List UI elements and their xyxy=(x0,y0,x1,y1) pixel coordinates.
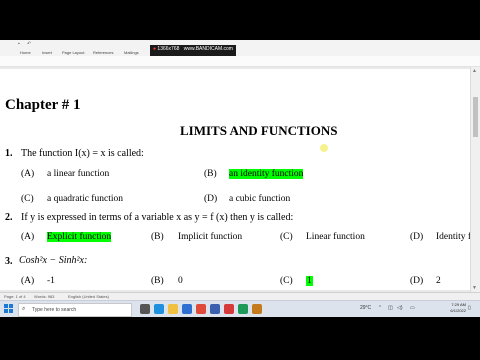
vertical-scrollbar[interactable]: ▲ ▼ xyxy=(470,67,480,292)
option-label: (C) xyxy=(280,232,293,242)
ribbon-toolbar xyxy=(0,56,480,67)
option-label: (D) xyxy=(410,276,424,286)
option-text: Implicit function xyxy=(178,232,243,242)
scrollbar-thumb[interactable] xyxy=(473,97,478,137)
tab-page-layout[interactable]: Page Layout xyxy=(62,50,84,55)
bandicam-icon[interactable] xyxy=(224,304,234,314)
notification-icon[interactable]: ▯ xyxy=(468,305,471,311)
clock[interactable]: 7:29 AM 6/1/2022 xyxy=(450,302,466,314)
word-icon[interactable] xyxy=(210,304,220,314)
option-label: (C) xyxy=(21,194,34,204)
app-icon[interactable] xyxy=(252,304,262,314)
option-label: (C) xyxy=(280,276,293,286)
option-text-highlighted: 1 xyxy=(306,276,313,286)
screen: ▪ ↶ Home Insert Page Layout References M… xyxy=(0,0,480,360)
option-text: -1 xyxy=(47,276,55,286)
option-label: (B) xyxy=(204,169,217,179)
chrome-icon[interactable] xyxy=(196,304,206,314)
search-placeholder: Type here to search xyxy=(32,307,77,313)
language[interactable]: English (United States) xyxy=(68,294,109,299)
option-text: a quadratic function xyxy=(47,194,123,204)
question-text: The function I(x) = x is called: xyxy=(21,148,144,159)
scroll-up-icon[interactable]: ▲ xyxy=(472,68,477,74)
store-icon[interactable] xyxy=(182,304,192,314)
ribbon: ▪ ↶ Home Insert Page Layout References M… xyxy=(0,40,480,57)
word-count[interactable]: Words: 983 xyxy=(34,294,54,299)
top-letterbox xyxy=(0,0,480,40)
option-text: 2 xyxy=(436,276,441,286)
weather-temperature[interactable]: 29°C xyxy=(360,305,371,311)
task-view-icon[interactable] xyxy=(140,304,150,314)
app-icon[interactable] xyxy=(238,304,248,314)
tab-insert[interactable]: Insert xyxy=(42,50,52,55)
option-label: (D) xyxy=(204,194,218,204)
document-title: LIMITS AND FUNCTIONS xyxy=(180,123,338,138)
tab-home[interactable]: Home xyxy=(20,50,31,55)
tray-chevron-icon[interactable]: ⌃ xyxy=(378,305,382,311)
clock-date: 6/1/2022 xyxy=(450,308,466,313)
undo-icon[interactable]: ↶ xyxy=(27,42,33,47)
search-icon: ⌕ xyxy=(22,306,26,312)
option-label: (A) xyxy=(21,276,35,286)
option-label: (B) xyxy=(151,276,164,286)
save-icon[interactable]: ▪ xyxy=(18,42,24,47)
question-text: If y is expressed in terms of a variable… xyxy=(21,212,294,223)
option-text-highlighted: an identity function xyxy=(229,169,304,179)
page-count[interactable]: Page: 1 of 4 xyxy=(4,294,26,299)
option-label: (A) xyxy=(21,169,35,179)
edge-icon[interactable] xyxy=(154,304,164,314)
option-label: (D) xyxy=(410,232,424,242)
option-text: a cubic function xyxy=(229,194,291,204)
volume-icon[interactable]: ◁) xyxy=(397,305,403,311)
chapter-heading: Chapter # 1 xyxy=(5,97,81,113)
bottom-letterbox xyxy=(0,317,480,360)
taskbar: ⌕ Type here to search 29°C ⌃ ◫ ◁) ▭ 7:29… xyxy=(0,300,480,317)
network-icon[interactable]: ◫ xyxy=(388,305,393,311)
mouse-cursor-highlight xyxy=(320,144,328,152)
battery-icon[interactable]: ▭ xyxy=(410,305,415,311)
option-text: a linear function xyxy=(47,169,110,179)
question-text: Cosh²x − Sinh²x: xyxy=(19,255,88,266)
question-number: 2. xyxy=(5,212,13,223)
record-dot-icon: ● xyxy=(153,46,157,52)
recording-resolution: 1366x768 xyxy=(157,46,180,52)
option-label: (A) xyxy=(21,232,35,242)
document-page[interactable]: Chapter # 1 LIMITS AND FUNCTIONS 1. The … xyxy=(0,69,476,290)
question-number: 3. xyxy=(5,256,13,267)
option-label: (B) xyxy=(151,232,164,242)
windows-start-icon[interactable] xyxy=(4,304,14,314)
option-text: 0 xyxy=(178,276,183,286)
option-text: Linear function xyxy=(306,232,365,242)
tab-references[interactable]: References xyxy=(93,50,113,55)
tab-mailings[interactable]: Mailings xyxy=(124,50,139,55)
recording-banner: ● 1366x768 www.BANDICAM.com xyxy=(150,45,236,56)
taskbar-search-input[interactable]: ⌕ Type here to search xyxy=(18,303,132,317)
scroll-down-icon[interactable]: ▼ xyxy=(472,285,477,291)
option-text-highlighted: Explicit function xyxy=(47,232,112,242)
recording-site: www.BANDICAM.com xyxy=(183,46,233,52)
question-number: 1. xyxy=(5,148,13,159)
file-explorer-icon[interactable] xyxy=(168,304,178,314)
